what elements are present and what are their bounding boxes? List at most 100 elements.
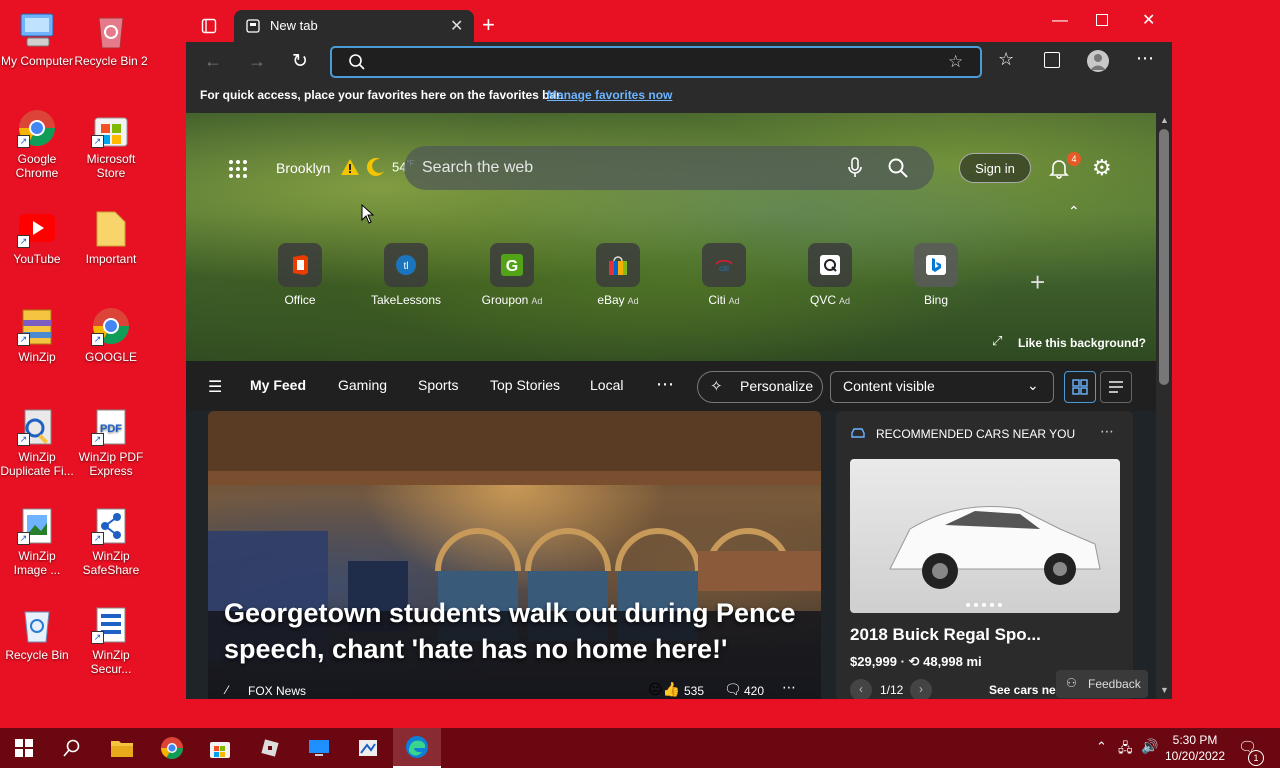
desktop-icon-winzip-safeshare[interactable]: ↗ WinZip SafeShare <box>74 505 148 577</box>
taskbar-roblox[interactable] <box>246 728 294 768</box>
next-car-button[interactable]: › <box>910 679 932 699</box>
desktop-icon-recycle-bin[interactable]: Recycle Bin <box>0 604 74 662</box>
see-cars-link[interactable]: See cars nea <box>989 683 1062 697</box>
collapse-chevron-up-icon[interactable]: ⌃ <box>1068 203 1080 220</box>
shortcut-arrow-icon: ↗ <box>91 135 104 148</box>
settings-gear-icon[interactable]: ⚙ <box>1092 155 1112 181</box>
quick-link-bing[interactable]: Bing <box>891 243 981 307</box>
story-headline[interactable]: Georgetown students walk out during Penc… <box>224 595 814 667</box>
main-story-card[interactable]: Georgetown students walk out during Penc… <box>208 411 821 699</box>
profile-avatar[interactable] <box>1087 50 1109 72</box>
tab-sports[interactable]: Sports <box>418 377 458 393</box>
taskbar-store[interactable] <box>196 728 244 768</box>
qvc-icon <box>808 243 852 287</box>
grid-view-icon <box>1072 379 1088 395</box>
desktop-icon-winzip-secure[interactable]: ↗ WinZip Secur... <box>74 604 148 676</box>
back-icon[interactable]: ← <box>204 51 222 72</box>
desktop-icon-important[interactable]: Important <box>74 208 148 266</box>
content-visibility-dropdown[interactable]: Content visible ⌄ <box>830 371 1054 403</box>
tray-chevron-up-icon[interactable]: ⌃ <box>1096 739 1107 755</box>
quick-link-ebay[interactable]: eBay Ad <box>573 243 663 307</box>
clock[interactable]: 5:30 PM 10/20/2022 <box>1160 732 1230 764</box>
maximize-icon[interactable] <box>1096 14 1108 26</box>
close-window-icon[interactable]: ✕ <box>1142 10 1155 30</box>
quick-link-takelessons[interactable]: tl TakeLessons <box>361 243 451 307</box>
tab-top-stories[interactable]: Top Stories <box>490 377 560 393</box>
tab-my-feed[interactable]: My Feed <box>250 377 306 393</box>
desktop-icon-google[interactable]: ↗ GOOGLE <box>74 306 148 364</box>
desktop-icon-winzip-image[interactable]: ↗ WinZip Image ... <box>0 505 74 577</box>
network-icon[interactable]: 🖧 <box>1118 739 1133 761</box>
quick-link-qvc[interactable]: QVC Ad <box>785 243 875 307</box>
feedback-button[interactable]: ⚇ Feedback <box>1056 670 1148 698</box>
microphone-icon[interactable] <box>848 157 862 184</box>
card-more-icon[interactable]: ⋯ <box>1100 423 1114 440</box>
grid-view-button[interactable] <box>1064 371 1096 403</box>
volume-icon[interactable]: 🔊 <box>1141 738 1158 755</box>
car-image[interactable] <box>850 459 1120 613</box>
reaction-emoji-icon[interactable]: 😐👍 <box>648 681 680 698</box>
apps-grid-icon[interactable] <box>228 159 248 184</box>
address-bar[interactable]: ☆ <box>330 46 982 78</box>
desktop-icon-winzip-duplicate[interactable]: ↗ WinZip Duplicate Fi... <box>0 406 74 478</box>
desktop-icon-recycle-bin-2[interactable]: Recycle Bin 2 <box>74 10 148 68</box>
taskbar-desktop-app[interactable] <box>295 728 343 768</box>
close-tab-icon[interactable]: ✕ <box>450 16 463 36</box>
tab-local[interactable]: Local <box>590 377 623 393</box>
quick-link-label: TakeLessons <box>370 293 442 307</box>
car-title[interactable]: 2018 Buick Regal Spo... <box>850 625 1041 645</box>
like-background-link[interactable]: Like this background? <box>1018 336 1146 350</box>
taskbar-edge[interactable] <box>393 728 441 768</box>
reaction-count: 535 <box>684 684 705 698</box>
story-more-icon[interactable]: ⋯ <box>782 679 796 696</box>
taskbar-paint-app[interactable] <box>344 728 392 768</box>
web-search-box[interactable]: Search the web <box>404 146 934 190</box>
more-tabs-icon[interactable]: ⋯ <box>656 374 674 395</box>
desktop-icon-my-computer[interactable]: My Computer <box>0 10 74 68</box>
quick-link-label: Bing <box>923 293 949 307</box>
minimize-icon[interactable]: — <box>1052 12 1068 30</box>
add-favorite-icon[interactable]: ☆ <box>948 52 963 72</box>
expand-background-icon[interactable]: ⤢ <box>992 333 1002 349</box>
tab-gaming[interactable]: Gaming <box>338 377 387 393</box>
scroll-down-icon[interactable]: ▼ <box>1160 685 1169 695</box>
list-view-button[interactable] <box>1100 371 1132 403</box>
comment-icon[interactable]: 🗨 <box>724 681 742 698</box>
weather-location[interactable]: Brooklyn <box>276 160 330 176</box>
scroll-up-icon[interactable]: ▲ <box>1160 115 1169 125</box>
winzip-image-icon: ↗ <box>17 505 57 545</box>
desktop-icon-winzip-pdf[interactable]: PDF ↗ WinZip PDF Express <box>74 406 148 478</box>
favorites-icon[interactable]: ☆ <box>998 49 1014 70</box>
manage-favorites-link[interactable]: Manage favorites now <box>547 88 672 102</box>
add-shortcut-icon[interactable]: + <box>1030 267 1045 298</box>
page-scrollbar[interactable]: ▲ ▼ <box>1156 113 1172 699</box>
forward-icon[interactable]: → <box>248 51 266 72</box>
sign-in-button[interactable]: Sign in <box>959 153 1031 183</box>
prev-car-button[interactable]: ‹ <box>850 679 872 699</box>
quick-link-groupon[interactable]: G Groupon Ad <box>467 243 557 307</box>
desktop-icon-winzip[interactable]: ↗ WinZip <box>0 306 74 364</box>
taskbar-chrome[interactable] <box>148 728 196 768</box>
story-source[interactable]: FOX News <box>248 684 306 698</box>
web-search-icon[interactable] <box>888 158 908 183</box>
refresh-icon[interactable]: ↻ <box>292 50 308 73</box>
desktop-icon-youtube[interactable]: ↗ YouTube <box>0 208 74 266</box>
tab-new-tab[interactable]: New tab ✕ <box>234 10 474 42</box>
quick-link-citi[interactable]: citi Citi Ad <box>679 243 769 307</box>
taskbar-file-explorer[interactable] <box>98 728 146 768</box>
weather-alert-icon[interactable] <box>340 158 360 181</box>
new-tab-icon[interactable]: + <box>482 12 495 38</box>
feed-menu-icon[interactable]: ☰ <box>208 377 222 397</box>
start-button[interactable] <box>0 728 48 768</box>
quick-link-label: Citi <box>708 293 726 307</box>
quick-link-office[interactable]: Office <box>255 243 345 307</box>
desktop-icon-label: Google Chrome <box>15 152 59 180</box>
scrollbar-thumb[interactable] <box>1159 129 1169 385</box>
taskbar-search-button[interactable] <box>48 728 96 768</box>
desktop-icon-microsoft-store[interactable]: ↗ Microsoft Store <box>74 108 148 180</box>
more-options-icon[interactable]: ⋯ <box>1136 48 1155 69</box>
desktop-icon-google-chrome[interactable]: ↗ Google Chrome <box>0 108 74 180</box>
collections-icon[interactable] <box>1044 52 1060 68</box>
tab-actions-icon[interactable] <box>198 16 220 36</box>
personalize-button[interactable]: ✧ Personalize <box>697 371 823 403</box>
